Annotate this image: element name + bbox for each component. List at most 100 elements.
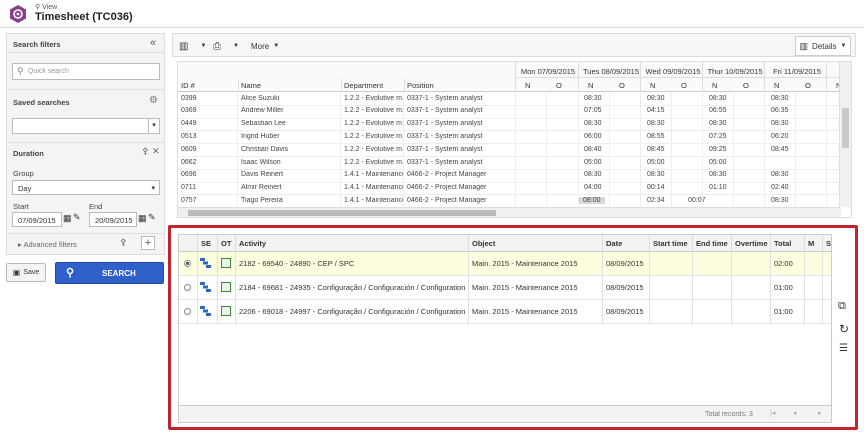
column-divider [649,235,650,252]
table-cell: Alice Suzuki [241,94,280,102]
table-cell: 0449 [181,120,197,128]
quick-search-placeholder: Quick search [28,68,69,75]
refresh-icon[interactable]: ↻ [839,322,849,336]
table-row[interactable]: 0662 Isaac Wilson 1.2.2 - Evolutive m... 03… [178,157,838,170]
columns-icon: ▥ [799,40,809,51]
eraser-icon[interactable]: ✎ [73,212,81,223]
table-cell: 02:34 [647,196,665,204]
broom-icon[interactable]: ⚴ [142,146,149,157]
column-header[interactable]: Date [606,235,622,252]
table-row[interactable]: 2184 - 69681 - 24935 - Configuração / Co… [179,276,831,300]
view-label: ⚲ View [35,4,58,11]
row-radio[interactable] [184,284,191,291]
table-cell: Main. 2015 - Maintenance 2015 [472,307,578,316]
table-cell: 0466-2 - Project Manager [407,171,487,179]
table-row[interactable]: 0449 Sebastian Lee 1.2.2 - Evolutive m... 0… [178,119,838,132]
first-page-icon[interactable]: |◂ [770,409,775,417]
column-header[interactable]: Start time [653,235,688,252]
eraser-icon[interactable]: ✎ [148,212,156,223]
table-cell: 0466-2 - Project Manager [407,184,487,192]
column-header[interactable]: Activity [239,235,266,252]
table-cell: 0337-1 - System analyst [407,132,483,140]
table-row[interactable]: 2182 - 69540 - 24890 - CEP / SPC Main. 20… [179,252,831,276]
column-divider [770,252,771,324]
chevron-down-icon: ▼ [233,43,239,49]
column-header[interactable]: S [826,235,831,252]
end-date-input[interactable]: 20/09/2015 [89,212,137,227]
row-radio[interactable] [184,260,191,267]
list-icon[interactable]: ☰ [839,343,848,354]
scrollbar-thumb[interactable] [842,108,849,148]
chevron-down-icon: ▼ [840,43,847,49]
day-header: Wed 09/09/2015 [645,67,701,76]
broom-icon[interactable]: ⚴ [120,237,127,248]
column-divider [235,235,236,252]
table-cell: 08:40 [584,145,602,153]
table-cell: 09:25 [709,145,727,153]
toolbar: ▥ ▼ ⎙ ▼ More ▼ ▥ Details ▼ [172,33,856,57]
view-record-icon[interactable]: ⧉ [838,300,846,313]
quick-search-input[interactable]: ⚲ Quick search [12,63,160,80]
column-divider [468,252,469,324]
advanced-filters-toggle[interactable]: ▸ Advanced filters [18,240,77,249]
column-divider [822,252,823,324]
add-filter-button[interactable]: + [141,236,155,250]
scrollbar-thumb[interactable] [188,210,496,216]
table-row[interactable]: 0609 Christian Davis 1.2.2 - Evolutive m..… [178,144,838,157]
column-divider [404,79,405,92]
gear-icon[interactable]: ⚙ [149,95,158,106]
column-header[interactable]: End time [696,235,728,252]
save-button[interactable]: ▣ Save [6,263,46,282]
column-header[interactable]: Overtime [735,235,768,252]
column-header[interactable]: Position [407,81,434,90]
saved-searches-select[interactable]: ▾ [12,118,160,134]
column-header[interactable]: OT [221,235,231,252]
column-header[interactable]: Total [774,235,791,252]
group-select[interactable]: Day ▾ [12,180,160,195]
details-button[interactable]: ▥ Details ▼ [795,36,851,56]
table-row[interactable]: 0399 Alice Suzuki 1.2.2 - Evolutive m... 03… [178,93,838,106]
table-cell: Ingrid Huber [241,132,280,140]
table-cell: 1.2.2 - Evolutive m... [344,158,403,166]
column-divider [341,79,342,92]
table-row[interactable]: 0513 Ingrid Huber 1.2.2 - Evolutive m... 03… [178,131,838,145]
chevron-down-icon: ▼ [200,43,207,49]
table-row[interactable]: 0696 Davis Reinert 1.4.1 - Maintenance 0466… [178,170,838,183]
start-date-input[interactable]: 07/09/2015 [12,212,62,227]
more-button[interactable]: More ▼ [251,38,279,54]
table-cell: 06:55 [709,107,727,115]
table-cell: 0609 [181,145,197,153]
column-divider [217,252,218,324]
table-row[interactable]: 0711 Almir Reinert 1.4.1 - Maintenance 0466… [178,183,838,196]
column-header[interactable]: M [808,235,814,252]
table-cell: 01:00 [774,307,793,316]
column-header[interactable]: Object [472,235,495,252]
row-radio[interactable] [184,308,191,315]
prev-page-icon[interactable]: ◂ [793,409,797,417]
column-header[interactable]: Department [344,81,383,90]
column-header[interactable]: SE [201,235,211,252]
subcolumn-header: N [650,81,656,90]
vertical-scrollbar[interactable] [839,62,851,207]
horizontal-scrollbar[interactable] [178,207,841,217]
chart-button[interactable]: ▥ ▼ [179,38,206,54]
table-cell: 2206 - 69018 - 24997 - Configuração / Co… [239,307,466,316]
column-divider [671,93,672,208]
search-button[interactable]: ⚲ SEARCH [55,262,164,284]
column-header[interactable]: ID # [181,81,195,90]
table-cell: 08:00 [579,196,605,204]
page-title: Timesheet (TC036) [35,11,133,23]
print-button[interactable]: ⎙ ▼ [213,38,239,54]
table-cell: 0337-1 - System analyst [407,120,483,128]
table-cell: 1.4.1 - Maintenance [344,196,403,204]
next-page-icon[interactable]: ▸ [818,409,822,417]
calendar-icon[interactable]: ▦ [138,213,147,224]
divider [515,77,851,78]
table-row[interactable]: 2206 - 69018 - 24997 - Configuração / Co… [179,300,831,324]
column-header[interactable]: Name [241,81,261,90]
close-icon[interactable]: ✕ [152,146,160,157]
collapse-panel-icon[interactable]: « [150,37,156,49]
table-row[interactable]: 0369 Andrew Miller 1.2.2 - Evolutive m... 0… [178,106,838,119]
calendar-icon[interactable]: ▦ [63,213,72,224]
table-cell: 08:45 [771,145,789,153]
